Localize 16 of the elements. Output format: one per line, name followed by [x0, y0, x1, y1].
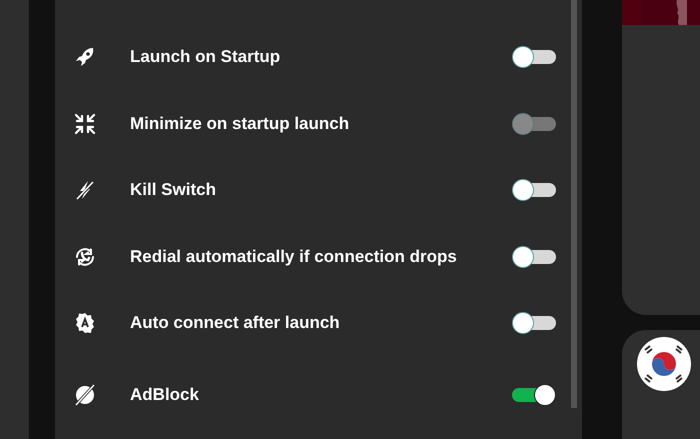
- slashed-circle-icon: [73, 382, 97, 406]
- scrollbar[interactable]: [570, 0, 576, 408]
- minimize-icon: [73, 112, 97, 136]
- setting-label: Auto connect after launch: [130, 313, 341, 334]
- setting-label: Launch on Startup: [130, 47, 282, 68]
- setting-label: AdBlock: [130, 384, 200, 404]
- toggle-switch[interactable]: [512, 178, 556, 202]
- toggle-switch[interactable]: [512, 45, 556, 70]
- flag-icon[interactable]: [636, 336, 692, 392]
- setting-label: Minimize on startup launch: [130, 114, 350, 134]
- toggle-switch[interactable]: [512, 244, 556, 269]
- setting-label: Kill Switch: [130, 180, 217, 200]
- setting-label: Redial automatically if connection drops: [130, 246, 458, 267]
- toggle-switch[interactable]: [512, 382, 556, 406]
- badge-letter-icon: [73, 311, 97, 336]
- toggle-switch[interactable]: [512, 311, 556, 336]
